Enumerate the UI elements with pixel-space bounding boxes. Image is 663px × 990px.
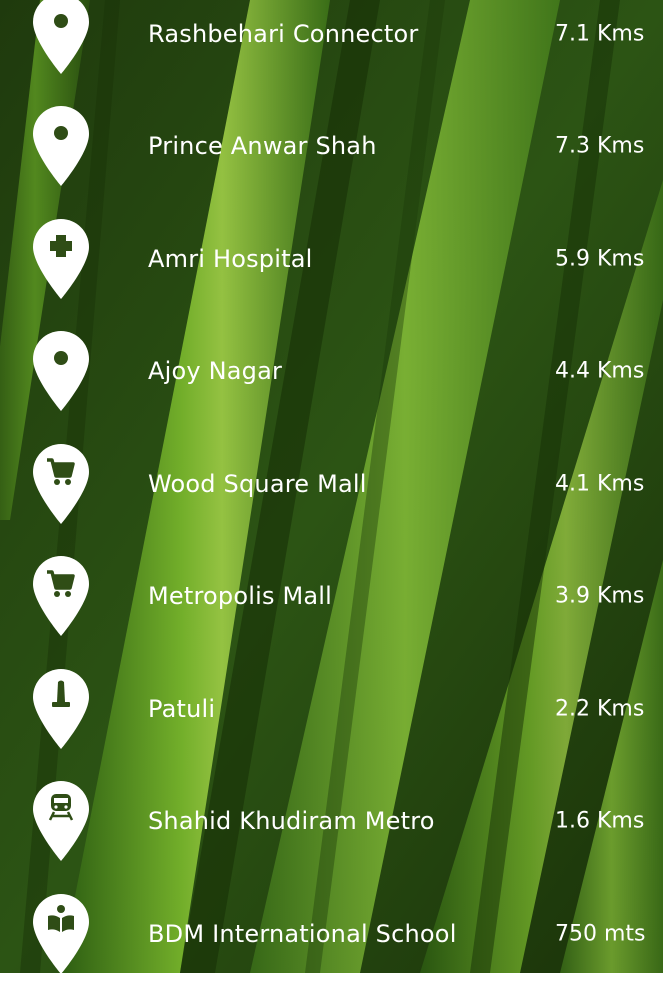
list-item-bdm-international-school: BDM International School 750 mts <box>0 878 663 990</box>
location-distance: 7.3 Kms <box>555 133 645 159</box>
location-distance: 4.4 Kms <box>555 358 645 384</box>
list-item-amri-hospital: Amri Hospital 5.9 Kms <box>0 203 663 315</box>
location-pin-icon <box>32 105 90 187</box>
landmark-monument-icon <box>32 668 90 750</box>
location-name: Metropolis Mall <box>148 582 333 610</box>
shopping-cart-icon <box>32 555 90 637</box>
list-item-metropolis-mall: Metropolis Mall 3.9 Kms <box>0 540 663 652</box>
location-list: Rashbehari Connector 7.1 Kms Prince Anwa… <box>0 0 663 974</box>
list-item-wood-square-mall: Wood Square Mall 4.1 Kms <box>0 428 663 540</box>
location-name: Amri Hospital <box>148 245 313 273</box>
location-distance: 2.2 Kms <box>555 696 645 722</box>
list-item-ajoy-nagar: Ajoy Nagar 4.4 Kms <box>0 315 663 427</box>
location-pin-icon <box>32 0 90 75</box>
metro-train-icon <box>32 780 90 862</box>
location-distance: 1.6 Kms <box>555 808 645 834</box>
location-distance: 7.1 Kms <box>555 21 645 47</box>
location-name: Ajoy Nagar <box>148 357 283 385</box>
school-book-icon <box>32 893 90 975</box>
location-name: Shahid Khudiram Metro <box>148 807 435 835</box>
location-distance: 3.9 Kms <box>555 583 645 609</box>
list-item-shahid-khudiram-metro: Shahid Khudiram Metro 1.6 Kms <box>0 765 663 877</box>
location-name: Rashbehari Connector <box>148 20 419 48</box>
location-distance: 4.1 Kms <box>555 471 645 497</box>
hospital-cross-icon <box>32 218 90 300</box>
location-distance: 750 mts <box>555 921 646 947</box>
location-name: Wood Square Mall <box>148 470 367 498</box>
location-name: Prince Anwar Shah <box>148 132 377 160</box>
location-distance: 5.9 Kms <box>555 246 645 272</box>
list-item-patuli: Patuli 2.2 Kms <box>0 653 663 765</box>
location-pin-icon <box>32 330 90 412</box>
list-item-rashbehari-connector: Rashbehari Connector 7.1 Kms <box>0 0 663 90</box>
list-item-prince-anwar-shah: Prince Anwar Shah 7.3 Kms <box>0 90 663 202</box>
location-name: BDM International School <box>148 920 457 948</box>
shopping-cart-icon <box>32 443 90 525</box>
location-name: Patuli <box>148 695 216 723</box>
